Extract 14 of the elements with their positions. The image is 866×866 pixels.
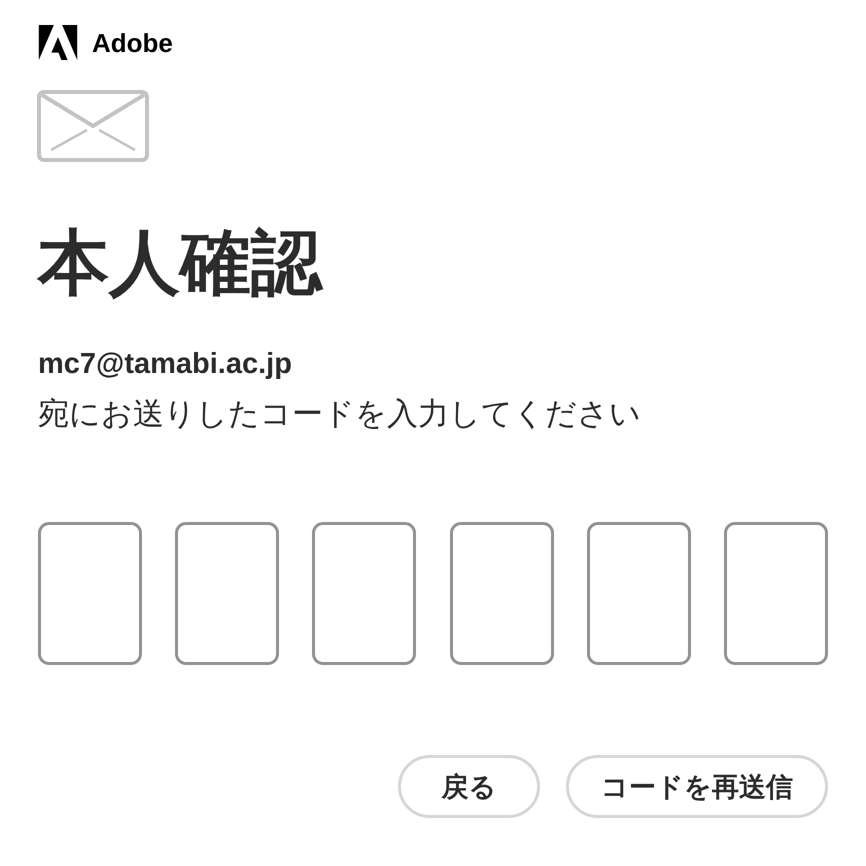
code-digit-field[interactable] <box>586 522 691 665</box>
code-digit-field[interactable] <box>450 522 554 665</box>
code-digit-field[interactable] <box>724 522 828 665</box>
page-heading: 本人確認 <box>38 224 324 304</box>
instruction-text: 宛にお送りしたコードを入力してください <box>38 395 642 433</box>
brand-name: Adobe <box>92 28 173 58</box>
back-button[interactable]: 戻る <box>398 755 540 818</box>
envelope-icon <box>37 90 149 162</box>
code-digit-field[interactable] <box>175 522 280 665</box>
email-address: mc7@tamabi.ac.jp <box>38 347 293 382</box>
resend-code-button[interactable]: コードを再送信 <box>566 755 828 818</box>
code-digit-field[interactable] <box>38 522 142 665</box>
code-digit-field[interactable] <box>312 522 416 665</box>
logo-icon <box>38 25 78 60</box>
